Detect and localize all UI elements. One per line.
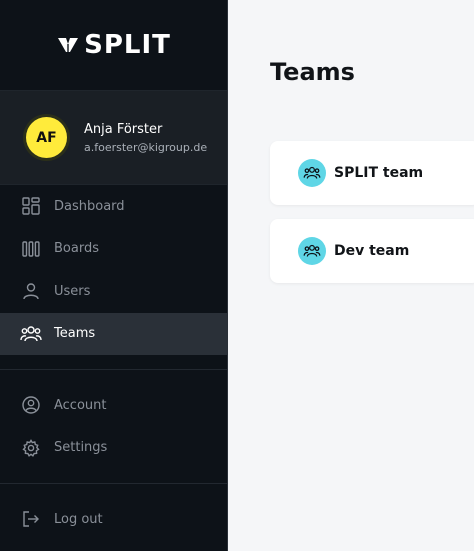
user-name: Anja Förster bbox=[84, 121, 163, 137]
avatar: AF bbox=[26, 117, 67, 158]
nav-item-logout[interactable]: Log out bbox=[0, 498, 227, 541]
logout-icon bbox=[20, 508, 42, 530]
gear-icon bbox=[20, 437, 42, 459]
columns-icon bbox=[20, 238, 42, 260]
brand-name: SPLIT bbox=[84, 30, 171, 60]
footer-nav: Log out bbox=[0, 498, 227, 541]
team-icon bbox=[298, 159, 326, 187]
nav-item-teams[interactable]: Teams bbox=[0, 312, 227, 355]
nav-item-label: Settings bbox=[54, 440, 108, 456]
divider bbox=[0, 369, 227, 370]
nav-item-label: Account bbox=[54, 397, 107, 413]
brand-logo[interactable]: SPLIT bbox=[0, 0, 227, 90]
page-title: Teams bbox=[270, 58, 355, 86]
nav-item-label: Teams bbox=[54, 326, 96, 342]
divider bbox=[0, 483, 227, 484]
nav-item-label: Log out bbox=[54, 511, 103, 527]
team-card[interactable]: Dev team bbox=[270, 219, 474, 283]
nav-item-label: Dashboard bbox=[54, 198, 125, 214]
main-nav: Dashboard Boards Users Teams bbox=[0, 185, 227, 355]
nav-item-dashboard[interactable]: Dashboard bbox=[0, 185, 227, 228]
team-card[interactable]: SPLIT team bbox=[270, 141, 474, 205]
nav-item-users[interactable]: Users bbox=[0, 270, 227, 313]
nav-item-label: Boards bbox=[54, 241, 99, 257]
nav-item-account[interactable]: Account bbox=[0, 384, 227, 427]
account-circle-icon bbox=[20, 394, 42, 416]
team-name: SPLIT team bbox=[334, 165, 424, 181]
user-profile[interactable]: AF Anja Förster a.foerster@kigroup.de bbox=[0, 90, 227, 185]
user-email: a.foerster@kigroup.de bbox=[84, 140, 208, 154]
team-icon bbox=[298, 237, 326, 265]
nav-item-boards[interactable]: Boards bbox=[0, 228, 227, 271]
split-logo-icon bbox=[58, 38, 79, 52]
sidebar: SPLIT AF Anja Förster a.foerster@kigroup… bbox=[0, 0, 228, 551]
user-icon bbox=[20, 280, 42, 302]
nav-item-settings[interactable]: Settings bbox=[0, 427, 227, 470]
team-icon bbox=[20, 323, 42, 345]
secondary-nav: Account Settings bbox=[0, 384, 227, 469]
nav-item-label: Users bbox=[54, 283, 91, 299]
grid-icon bbox=[20, 195, 42, 217]
team-name: Dev team bbox=[334, 243, 410, 259]
main-content: Teams SPLIT team Dev team bbox=[228, 0, 474, 551]
